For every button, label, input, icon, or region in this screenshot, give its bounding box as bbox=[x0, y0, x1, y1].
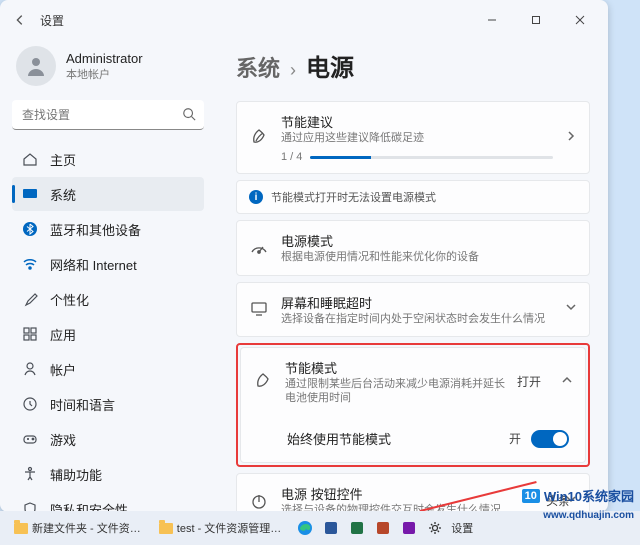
time-icon bbox=[22, 396, 38, 412]
app-icon[interactable] bbox=[373, 518, 393, 538]
folder-icon bbox=[159, 523, 173, 534]
settings-window: 设置 Administrator 本地帐户 bbox=[0, 0, 608, 512]
nav-personalization[interactable]: 个性化 bbox=[12, 282, 204, 316]
power-icon bbox=[249, 491, 269, 511]
nav-bluetooth[interactable]: 蓝牙和其他设备 bbox=[12, 212, 204, 246]
breadcrumb-current: 电源 bbox=[306, 48, 354, 83]
nav-home[interactable]: 主页 bbox=[12, 142, 204, 176]
card-sub: 选择设备在指定时间内处于空闲状态时会发生什么情况 bbox=[281, 312, 553, 326]
progress-label: 1 / 4 bbox=[281, 151, 302, 163]
user-sub: 本地帐户 bbox=[66, 66, 143, 82]
chevron-up-icon bbox=[561, 373, 573, 391]
card-title: 电源模式 bbox=[281, 231, 577, 250]
chevron-right-icon bbox=[565, 129, 577, 147]
card-energy-saver[interactable]: 节能模式 通过限制某些后台活动来减少电源消耗并延长电池使用时间 打开 bbox=[240, 347, 586, 416]
row-always-use-saver: 始终使用节能模式 开 bbox=[240, 415, 586, 463]
watermark-brand: Win10系统家园 bbox=[544, 486, 634, 505]
edge-icon[interactable] bbox=[295, 518, 315, 538]
nav-accounts[interactable]: 帐户 bbox=[12, 352, 204, 386]
titlebar: 设置 bbox=[0, 0, 608, 40]
nav-network[interactable]: 网络和 Internet bbox=[12, 247, 204, 281]
toggle-state: 开 bbox=[509, 430, 521, 447]
info-text: 节能模式打开时无法设置电源模式 bbox=[271, 189, 436, 205]
info-icon: i bbox=[249, 190, 263, 204]
nav-accessibility[interactable]: 辅助功能 bbox=[12, 457, 204, 491]
breadcrumb-parent[interactable]: 系统 bbox=[236, 51, 280, 83]
taskbar-item-folder2[interactable]: test - 文件资源管理… bbox=[151, 517, 290, 539]
search-input[interactable] bbox=[12, 100, 204, 130]
app-icon[interactable] bbox=[347, 518, 367, 538]
card-title: 节能建议 bbox=[281, 112, 553, 131]
search-icon bbox=[182, 107, 196, 126]
card-power-mode[interactable]: 电源模式 根据电源使用情况和性能来优化你的设备 bbox=[236, 220, 590, 275]
user-block[interactable]: Administrator 本地帐户 bbox=[12, 40, 204, 100]
app-icon[interactable] bbox=[399, 518, 419, 538]
leaf-icon bbox=[249, 128, 269, 148]
card-title: 节能模式 bbox=[285, 358, 505, 377]
maximize-button[interactable] bbox=[514, 5, 558, 35]
gauge-icon bbox=[249, 238, 269, 258]
wifi-icon bbox=[22, 256, 38, 272]
home-icon bbox=[22, 151, 38, 167]
sidebar: Administrator 本地帐户 主页 系统 蓝牙和其他设备 网络和 Int… bbox=[0, 40, 214, 512]
close-button[interactable] bbox=[558, 5, 602, 35]
nav: 主页 系统 蓝牙和其他设备 网络和 Internet 个性化 应用 帐户 时间和… bbox=[12, 142, 204, 512]
taskbar-settings-label[interactable]: 设置 bbox=[451, 520, 473, 536]
screen-icon bbox=[249, 299, 269, 319]
watermark: 10 Win10系统家园 bbox=[522, 486, 634, 505]
card-sub: 通过应用这些建议降低碳足迹 bbox=[281, 131, 553, 145]
main-pane: 系统 › 电源 节能建议 通过应用这些建议降低碳足迹 1 / 4 i bbox=[214, 40, 608, 512]
status-text: 打开 bbox=[517, 373, 541, 390]
taskbar-item-folder1[interactable]: 新建文件夹 - 文件资… bbox=[6, 517, 149, 539]
brush-icon bbox=[22, 291, 38, 307]
user-name: Administrator bbox=[66, 51, 143, 66]
folder-icon bbox=[14, 523, 28, 534]
card-energy-suggestions[interactable]: 节能建议 通过应用这些建议降低碳足迹 1 / 4 bbox=[236, 101, 590, 174]
nav-gaming[interactable]: 游戏 bbox=[12, 422, 204, 456]
watermark-badge: 10 bbox=[522, 489, 540, 503]
avatar bbox=[16, 46, 56, 86]
window-title: 设置 bbox=[40, 12, 64, 29]
search-box[interactable] bbox=[12, 100, 204, 130]
back-button[interactable] bbox=[6, 6, 34, 34]
card-sub: 通过限制某些后台活动来减少电源消耗并延长电池使用时间 bbox=[285, 377, 505, 406]
gear-icon[interactable] bbox=[425, 518, 445, 538]
toggle-switch[interactable] bbox=[531, 430, 569, 448]
apps-icon bbox=[22, 326, 38, 342]
breadcrumb: 系统 › 电源 bbox=[236, 40, 590, 101]
bluetooth-icon bbox=[22, 221, 38, 237]
nav-system[interactable]: 系统 bbox=[12, 177, 204, 211]
leaf-icon bbox=[253, 372, 273, 392]
card-title: 屏幕和睡眠超时 bbox=[281, 293, 553, 312]
nav-time[interactable]: 时间和语言 bbox=[12, 387, 204, 421]
chevron-right-icon: › bbox=[290, 60, 296, 81]
minimize-button[interactable] bbox=[470, 5, 514, 35]
nav-privacy[interactable]: 隐私和安全性 bbox=[12, 492, 204, 512]
info-strip: i 节能模式打开时无法设置电源模式 bbox=[236, 180, 590, 214]
system-icon bbox=[22, 186, 38, 202]
highlight-energy-saver: 节能模式 通过限制某些后台活动来减少电源消耗并延长电池使用时间 打开 始终使用节… bbox=[236, 343, 590, 468]
card-sub: 根据电源使用情况和性能来优化你的设备 bbox=[281, 250, 577, 264]
chevron-down-icon bbox=[565, 300, 577, 318]
account-icon bbox=[22, 361, 38, 377]
accessibility-icon bbox=[22, 466, 38, 482]
watermark-url: www.qdhuajin.com bbox=[543, 510, 634, 521]
card-screen-sleep[interactable]: 屏幕和睡眠超时 选择设备在指定时间内处于空闲状态时会发生什么情况 bbox=[236, 282, 590, 337]
progress-bar bbox=[310, 156, 553, 159]
gaming-icon bbox=[22, 431, 38, 447]
toggle-label: 始终使用节能模式 bbox=[287, 429, 509, 448]
app-icon[interactable] bbox=[321, 518, 341, 538]
nav-apps[interactable]: 应用 bbox=[12, 317, 204, 351]
